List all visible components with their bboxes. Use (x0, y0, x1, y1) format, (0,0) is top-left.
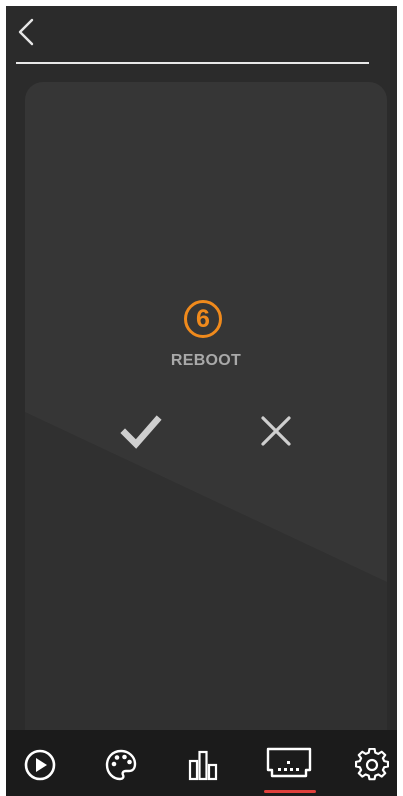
tab-settings[interactable] (351, 730, 395, 796)
bottom-tab-bar (6, 730, 397, 796)
close-icon (261, 416, 291, 446)
tab-play[interactable] (18, 730, 64, 796)
tab-colors[interactable] (98, 730, 144, 796)
header (6, 6, 397, 64)
step-number-badge: 6 (184, 300, 222, 338)
active-tab-indicator (264, 790, 316, 793)
play-circle-icon (24, 749, 56, 781)
app-window: 6 REBOOT (6, 6, 397, 796)
gear-icon (355, 748, 389, 781)
tab-screen[interactable] (263, 730, 316, 796)
tab-equalizer[interactable] (182, 730, 226, 796)
check-icon (120, 415, 162, 449)
equalizer-bars-icon (188, 750, 218, 781)
screen-device-icon (266, 747, 312, 778)
reboot-card: 6 REBOOT (25, 82, 387, 762)
cancel-button[interactable] (254, 412, 298, 452)
back-button[interactable] (12, 14, 42, 54)
card-background-shade (25, 412, 387, 762)
header-divider (16, 62, 369, 64)
chevron-left-icon (18, 18, 34, 46)
confirm-button[interactable] (119, 412, 163, 452)
dialog-title: REBOOT (170, 352, 242, 369)
palette-icon (105, 749, 137, 781)
screen: 6 REBOOT (0, 0, 403, 796)
